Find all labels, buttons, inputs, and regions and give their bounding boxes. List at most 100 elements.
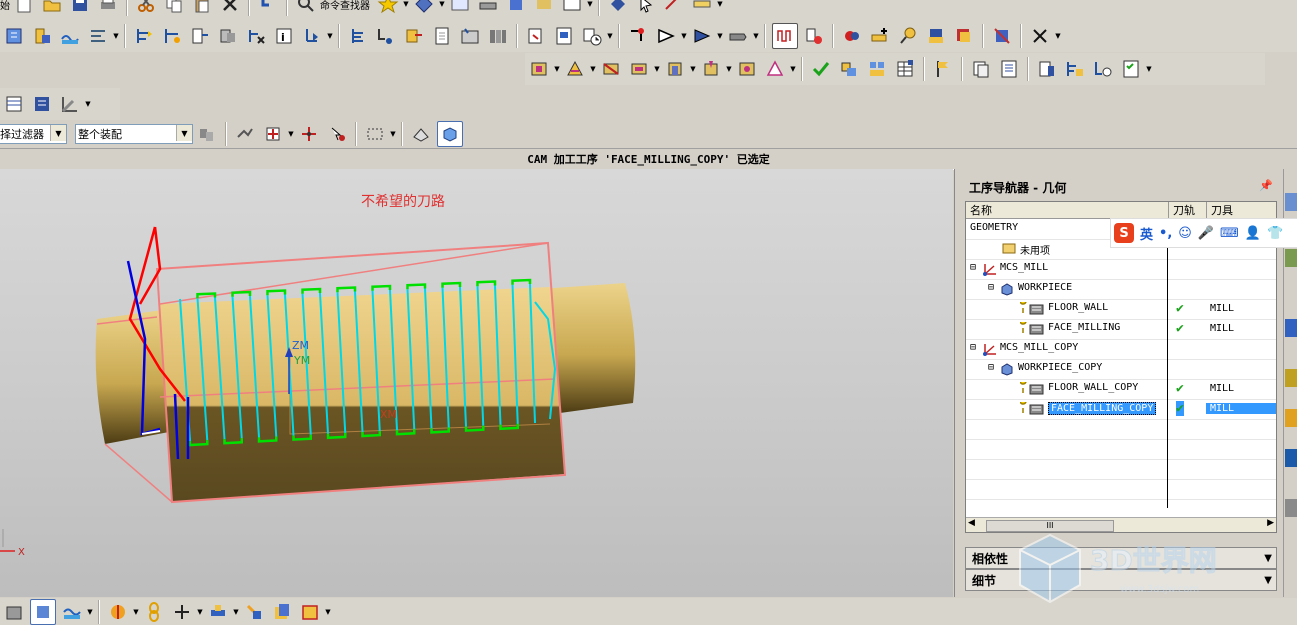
blue-cube-icon[interactable] (270, 600, 294, 624)
chevron-down-icon[interactable]: ▼ (1145, 57, 1153, 81)
horizontal-scrollbar[interactable]: ◀ III ▶ (966, 517, 1276, 532)
info-toolpath-icon[interactable]: i (272, 24, 296, 48)
create-geometry-icon[interactable] (58, 24, 82, 48)
panel-dependencies[interactable]: 相依性 ▼ (965, 547, 1277, 569)
analysis-icon[interactable] (106, 600, 130, 624)
chevron-down-icon[interactable]: ▼ (789, 57, 797, 81)
render-style-icon[interactable] (409, 122, 433, 146)
column-header-toolpath[interactable]: 刀轨 (1168, 202, 1207, 219)
resource-tab-icon[interactable] (1285, 369, 1297, 387)
undo-icon[interactable] (256, 0, 280, 16)
postprocess-icon[interactable] (402, 24, 426, 48)
save-icon[interactable] (68, 0, 92, 16)
delete-icon[interactable] (218, 0, 242, 16)
shaded-view-icon[interactable] (30, 598, 56, 625)
type-filter-select[interactable]: 择过滤器 ▼ (0, 124, 67, 144)
resource-tab-icon[interactable] (1285, 319, 1297, 337)
chevron-down-icon[interactable]: ▼ (324, 600, 332, 624)
drill-icon[interactable] (699, 57, 723, 81)
shaded-cube-icon[interactable] (437, 121, 463, 147)
sort-icon[interactable] (346, 24, 370, 48)
chevron-down-icon[interactable]: ▼ (680, 24, 688, 48)
white-box-icon[interactable] (560, 0, 584, 16)
assembly-filter-icon[interactable] (195, 122, 219, 146)
chevron-down-icon[interactable]: ▼ (389, 122, 397, 146)
chevron-down-icon[interactable]: ▼ (112, 24, 120, 48)
create-program-icon[interactable] (2, 24, 26, 48)
chevron-down-icon[interactable]: ▼ (438, 0, 446, 16)
object-arrow-icon[interactable] (654, 24, 678, 48)
plus-icon[interactable] (170, 600, 194, 624)
measure-icon[interactable] (662, 0, 686, 16)
tool-add-icon[interactable] (868, 24, 892, 48)
verify-toolpath-icon[interactable] (216, 24, 240, 48)
face-mill-icon[interactable] (599, 57, 623, 81)
collapse-toggle-icon[interactable]: ⊟ (970, 263, 976, 273)
table-row[interactable]: ⊟ MCS_MILL (966, 259, 1276, 280)
emoji-icon[interactable]: ☺ (1178, 226, 1192, 241)
chevron-down-icon[interactable]: ▼ (402, 0, 410, 16)
point-snap-icon[interactable] (261, 122, 285, 146)
chain-icon[interactable] (142, 600, 166, 624)
zlevel-icon[interactable] (563, 57, 587, 81)
column-header-name[interactable]: 名称 (966, 202, 1168, 219)
ime-punctuation-toggle[interactable]: •, (1159, 226, 1172, 241)
cavity-mill-icon[interactable] (527, 57, 551, 81)
chevron-down-icon[interactable]: ▼ (653, 57, 661, 81)
resource-tab-icon[interactable] (1285, 409, 1297, 427)
chevron-down-icon[interactable]: ▼ (50, 125, 66, 141)
checklist-icon[interactable] (1119, 57, 1143, 81)
chevron-down-icon[interactable]: ▼ (132, 600, 140, 624)
properties-icon[interactable] (552, 24, 576, 48)
geometry-view-icon[interactable] (58, 92, 82, 116)
box-select-icon[interactable] (363, 122, 387, 146)
chevron-down-icon[interactable]: ▼ (725, 57, 733, 81)
cube-blue-icon[interactable] (504, 0, 528, 16)
collapse-toggle-icon[interactable]: ⊟ (970, 343, 976, 353)
chevron-down-icon[interactable]: ▼ (326, 24, 334, 48)
chevron-down-icon[interactable]: ▼ (1054, 24, 1062, 48)
resource-tab-icon[interactable] (1285, 193, 1297, 211)
program-order-view-icon[interactable] (2, 92, 26, 116)
table-row[interactable]: FACE_MILLING_COPY ✔ MILL (966, 397, 1276, 420)
table-row[interactable]: FACE_MILLING ✔ MILL (966, 317, 1276, 340)
open-folder-icon[interactable] (40, 0, 64, 16)
chevron-down-icon[interactable]: ▼ (287, 122, 295, 146)
info-icon[interactable] (1285, 449, 1297, 467)
chevron-down-icon[interactable]: ▼ (716, 24, 724, 48)
chevron-down-icon[interactable]: ▼ (586, 0, 594, 16)
collapse-toggle-icon[interactable]: ⊟ (988, 363, 994, 373)
show-toolpath-icon[interactable] (772, 23, 798, 49)
clock-icon[interactable] (580, 24, 604, 48)
tool-path-display-icon[interactable] (206, 600, 230, 624)
copy-paste-icon[interactable] (969, 57, 993, 81)
new-file-icon[interactable] (12, 0, 36, 16)
tool-display-icon[interactable] (802, 24, 826, 48)
generate-toolpath-icon[interactable] (132, 24, 156, 48)
tool-library-icon[interactable] (952, 24, 976, 48)
blank-icon[interactable] (726, 24, 750, 48)
output-icon[interactable] (300, 24, 324, 48)
graphics-window[interactable]: 不希望的刀路 ZM YM XM X (0, 169, 953, 597)
feeds-speeds-icon[interactable] (524, 24, 548, 48)
table-row[interactable]: ⊟ WORKPIECE (966, 279, 1276, 300)
resource-tab-icon[interactable] (1285, 499, 1297, 517)
verify-check-icon[interactable] (809, 57, 833, 81)
contour-icon[interactable] (663, 57, 687, 81)
transform-icon[interactable] (626, 24, 650, 48)
engrave-icon[interactable] (763, 57, 787, 81)
chevron-down-icon[interactable]: ▼ (232, 600, 240, 624)
chevron-down-icon[interactable]: ▼ (86, 600, 94, 624)
sogou-logo-icon[interactable]: S (1114, 223, 1134, 243)
close-icon[interactable] (1028, 24, 1052, 48)
keyboard-icon[interactable]: ⌨ (1220, 226, 1239, 241)
part-icon[interactable] (532, 0, 556, 16)
pointer-icon[interactable] (634, 0, 658, 16)
cursor-select-icon[interactable] (297, 122, 321, 146)
orange-box-icon[interactable] (298, 600, 322, 624)
template-icon[interactable] (990, 24, 1014, 48)
skin-shirt-icon[interactable]: 👕 (1267, 226, 1283, 241)
create-tool-icon[interactable] (30, 24, 54, 48)
favorite-star-icon[interactable] (376, 0, 400, 16)
collapse-toggle-icon[interactable]: ⊟ (988, 283, 994, 293)
